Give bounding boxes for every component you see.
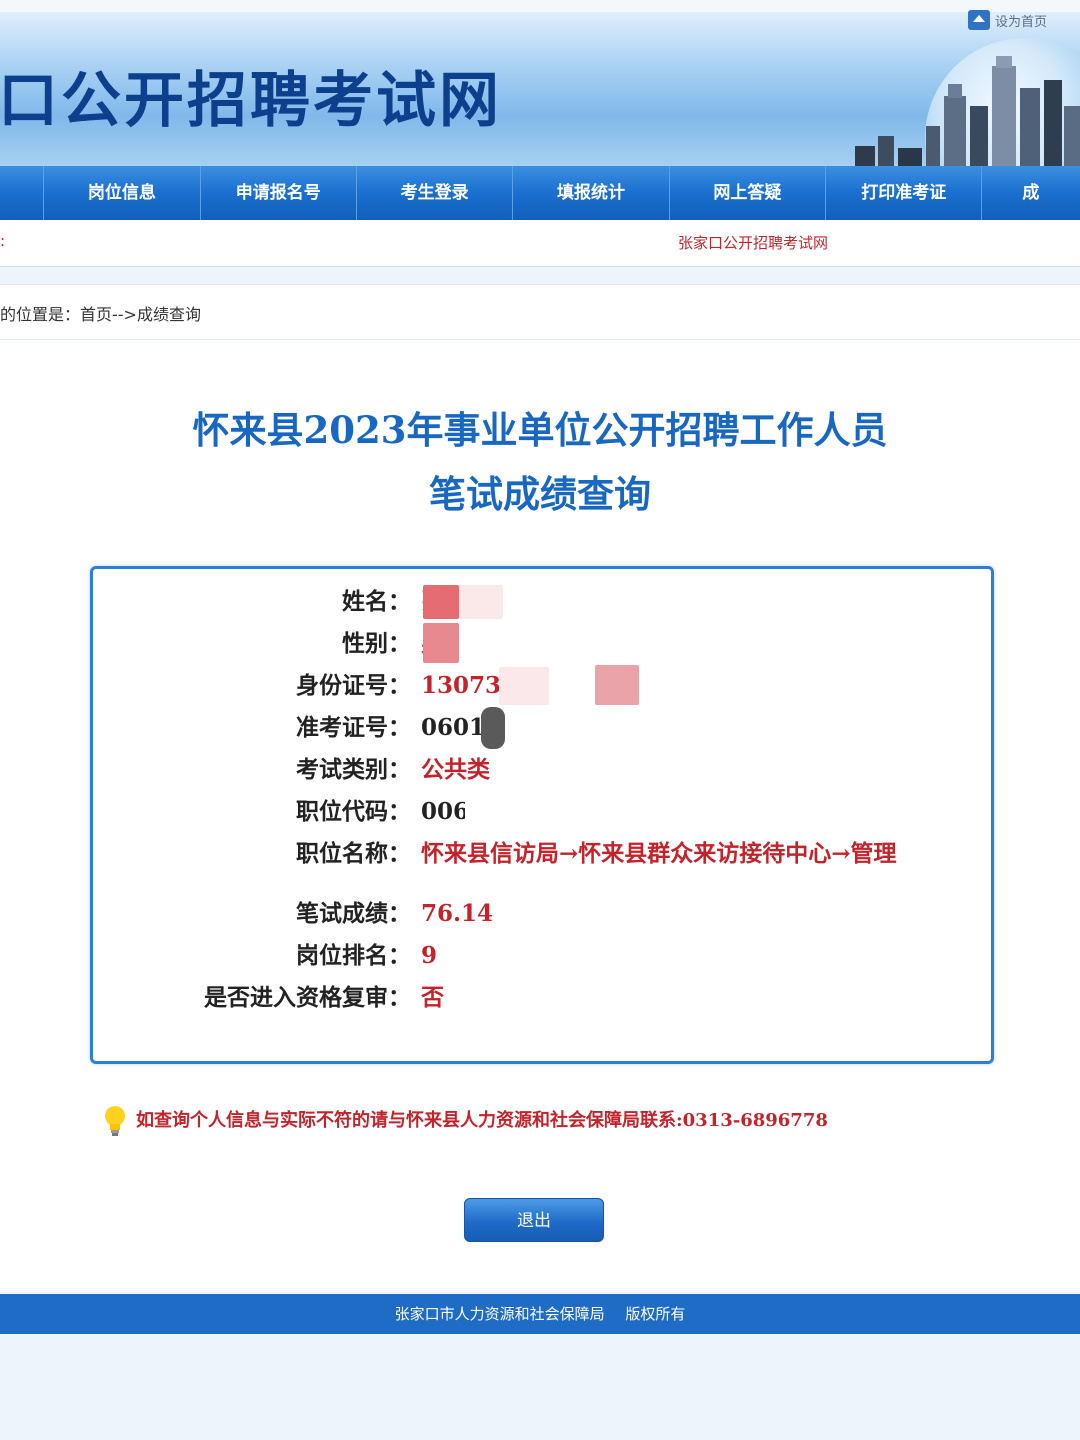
- nav-item-print-admission-ticket[interactable]: 打印准考证: [826, 166, 983, 220]
- redaction-mask: [499, 667, 549, 705]
- main-content: 怀来县2023年事业单位公开招聘工作人员 笔试成绩查询 姓名： 张 性别： 男 …: [0, 340, 1080, 1292]
- field-label: 姓名：: [342, 588, 411, 615]
- nav-item-candidate-login[interactable]: 考生登录: [357, 166, 514, 220]
- city-skyline-graphic: [855, 56, 1080, 166]
- footer-org: 张家口市人力资源和社会保障局: [394, 1305, 605, 1323]
- field-value-qualification-review: 否: [421, 984, 444, 1011]
- news-ticker: : 张家口公开招聘考试网: [0, 220, 1080, 267]
- field-label: 考试类别：: [296, 756, 411, 783]
- field-value-written-score: 76.14: [421, 900, 494, 927]
- field-label: 是否进入资格复审：: [204, 984, 411, 1011]
- field-label: 岗位排名：: [296, 942, 411, 969]
- redaction-mask: [423, 585, 459, 619]
- result-card: 姓名： 张 性别： 男 身份证号： 130730 准考证号： 06010 考试类…: [90, 566, 994, 1064]
- field-label: 准考证号：: [296, 714, 411, 741]
- nav-item-registration-stats[interactable]: 填报统计: [513, 166, 670, 220]
- redaction-mask: [481, 707, 505, 749]
- field-label: 身份证号：: [296, 672, 411, 699]
- banner-top-strip: [0, 0, 1080, 12]
- page-subtitle: 笔试成绩查询: [429, 472, 651, 516]
- nav-item-online-qa[interactable]: 网上答疑: [670, 166, 827, 220]
- ticker-prefix: :: [0, 232, 6, 250]
- set-homepage-label: 设为首页: [995, 14, 1048, 30]
- field-value-exam-category: 公共类: [421, 756, 490, 783]
- breadcrumb-prefix: 的位置是：: [0, 305, 81, 324]
- redaction-mask: [465, 795, 495, 829]
- site-title: 口公开招聘考试网: [0, 66, 502, 136]
- contact-notice-text: 如查询个人信息与实际不符的请与怀来县人力资源和社会保障局联系:0313-6896…: [136, 1110, 828, 1131]
- field-label: 职位代码：: [296, 798, 411, 825]
- field-value-position-name: 怀来县信访局→怀来县群众来访接待中心→管理: [421, 840, 897, 867]
- field-label: 笔试成绩：: [296, 900, 411, 927]
- field-label: 性别：: [342, 630, 411, 657]
- site-banner: 设为首页 口公开招聘考试网: [0, 0, 1080, 166]
- exit-button[interactable]: 退出: [464, 1198, 604, 1242]
- breadcrumb: 的位置是： 首页-->成绩查询: [0, 284, 1080, 340]
- redaction-mask: [459, 585, 503, 619]
- field-value-position-rank: 9: [421, 942, 438, 969]
- nav-item-apply-number[interactable]: 申请报名号: [201, 166, 357, 220]
- site-footer: 张家口市人力资源和社会保障局 版权所有: [0, 1294, 1080, 1334]
- set-homepage-link[interactable]: 设为首页: [968, 10, 1047, 30]
- page-title: 怀来县2023年事业单位公开招聘工作人员: [192, 408, 888, 452]
- nav-item-scores[interactable]: 成: [982, 166, 1080, 220]
- lightbulb-icon: [105, 1106, 125, 1136]
- main-nav: 岗位信息 申请报名号 考生登录 填报统计 网上答疑 打印准考证 成: [0, 166, 1080, 220]
- footer-rights: 版权所有: [625, 1305, 686, 1323]
- breadcrumb-path[interactable]: 首页-->成绩查询: [80, 301, 201, 325]
- redaction-mask: [595, 665, 639, 705]
- redaction-mask: [423, 623, 459, 663]
- home-icon: [968, 10, 990, 30]
- nav-spacer: [0, 166, 45, 220]
- ticker-text[interactable]: 张家口公开招聘考试网: [678, 232, 828, 253]
- field-label: 职位名称：: [296, 840, 411, 867]
- nav-item-positions[interactable]: 岗位信息: [44, 166, 201, 220]
